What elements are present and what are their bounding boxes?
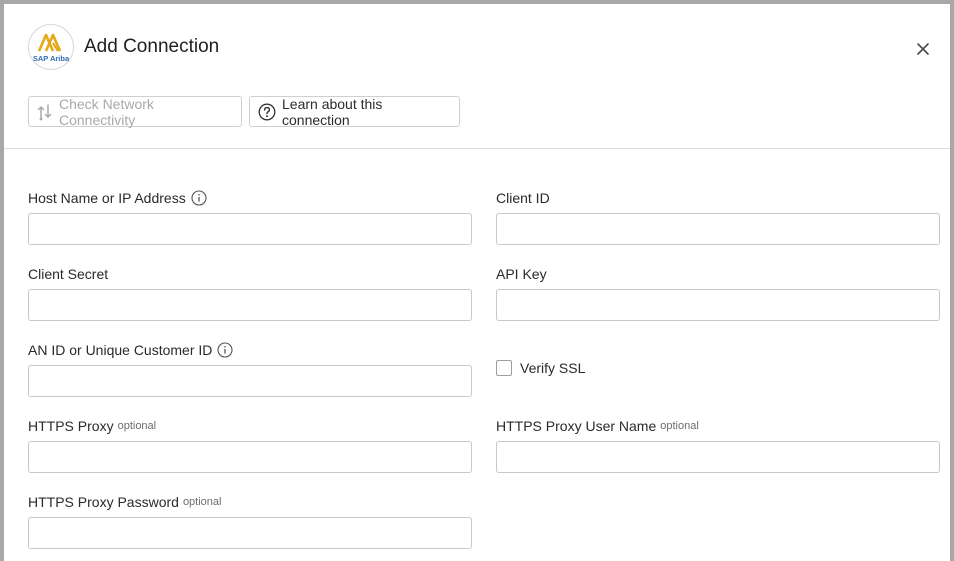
client-id-input[interactable] [496, 213, 940, 245]
api-key-input[interactable] [496, 289, 940, 321]
info-icon[interactable] [217, 342, 233, 358]
learn-about-connection-button[interactable]: Learn about this connection [249, 95, 460, 128]
optional-tag: optional [182, 496, 222, 508]
https-proxy-password-label: HTTPS Proxy Password optional [28, 494, 221, 510]
dialog-header: SAP Ariba Add Connection Check Network C… [4, 4, 950, 149]
close-button[interactable] [912, 38, 934, 60]
ariba-logo-icon [37, 33, 62, 52]
dialog-title: Add Connection [84, 36, 220, 57]
optional-tag: optional [660, 420, 699, 432]
api-key-label: API Key [496, 266, 547, 282]
an-id-input[interactable] [28, 365, 472, 397]
learn-label: Learn about this connection [282, 95, 383, 128]
client-secret-label: Client Secret [28, 266, 108, 282]
logo-text: SAP Ariba [32, 54, 70, 63]
sap-ariba-logo: SAP Ariba [28, 24, 74, 70]
https-proxy-user-input[interactable] [496, 441, 940, 473]
https-proxy-input[interactable] [28, 441, 472, 473]
client-secret-input[interactable] [28, 289, 472, 321]
verify-ssl-label[interactable]: Verify SSL [520, 360, 585, 376]
https-proxy-user-label-text: HTTPS Proxy User Name [496, 418, 657, 434]
host-name-label-text: Host Name or IP Address [28, 190, 186, 206]
an-id-label-text: AN ID or Unique Customer ID [28, 342, 213, 358]
check-network-label: Check Network Connectivity [59, 95, 154, 128]
question-circle-icon [258, 103, 276, 120]
an-id-label: AN ID or Unique Customer ID [28, 342, 233, 358]
api-key-label-text: API Key [496, 266, 547, 282]
host-name-label: Host Name or IP Address [28, 190, 207, 206]
client-secret-label-text: Client Secret [28, 266, 109, 282]
verify-ssl-label-text: Verify SSL [520, 360, 586, 376]
network-icon [37, 103, 52, 120]
optional-tag: optional [117, 420, 157, 432]
close-icon [917, 43, 929, 55]
check-network-connectivity-button[interactable]: Check Network Connectivity [28, 95, 242, 128]
verify-ssl-checkbox[interactable] [496, 360, 512, 376]
client-id-label-text: Client ID [496, 190, 550, 206]
https-proxy-label-text: HTTPS Proxy [28, 418, 114, 434]
client-id-label: Client ID [496, 190, 550, 206]
https-proxy-label: HTTPS Proxy optional [28, 418, 156, 434]
https-proxy-password-label-text: HTTPS Proxy Password [28, 494, 179, 510]
https-proxy-password-input[interactable] [28, 517, 472, 549]
host-name-input[interactable] [28, 213, 472, 245]
info-icon[interactable] [191, 190, 207, 206]
add-connection-dialog: SAP Ariba Add Connection Check Network C… [4, 4, 950, 561]
https-proxy-user-label: HTTPS Proxy User Name optional [496, 418, 699, 434]
